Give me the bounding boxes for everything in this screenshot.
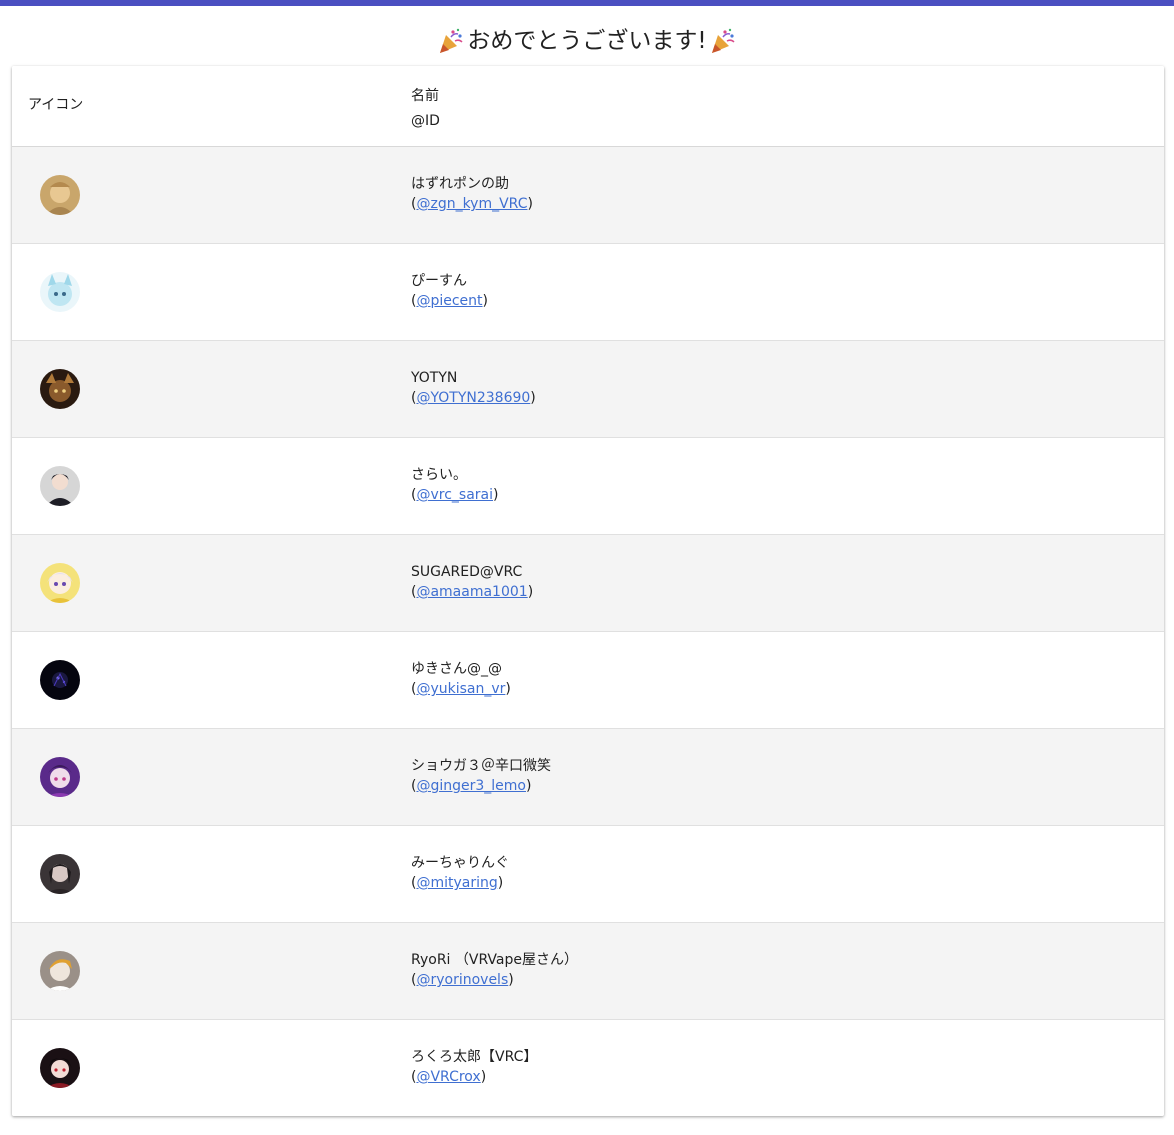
user-id-link[interactable]: @yukisan_vr: [416, 681, 505, 697]
user-id-link[interactable]: @amaama1001: [416, 584, 527, 600]
user-id-link[interactable]: @piecent: [416, 293, 482, 309]
table-row: さらい。 (@vrc_sarai): [12, 438, 1164, 535]
user-cell: みーちゃりんぐ (@mityaring): [411, 853, 509, 893]
user-handle: (@mityaring): [411, 875, 504, 891]
user-handle: (@ginger3_lemo): [411, 778, 532, 794]
user-handle: (@VRCrox): [411, 1069, 487, 1085]
user-handle: (@ryorinovels): [411, 972, 514, 988]
user-cell: SUGARED@VRC (@amaama1001): [411, 562, 533, 602]
user-cell: ろくろ太郎【VRC】 (@VRCrox): [411, 1047, 537, 1087]
table-row: SUGARED@VRC (@amaama1001): [12, 535, 1164, 632]
top-accent-bar: [0, 0, 1174, 6]
user-name: はずれポンの助: [411, 176, 509, 192]
party-popper-icon: [440, 28, 463, 53]
user-name: YOTYN: [411, 370, 458, 386]
user-name: ゆきさん@_@: [411, 661, 502, 677]
page-title: おめでとうございます!: [0, 22, 1174, 60]
user-handle: (@yukisan_vr): [411, 681, 511, 697]
table-row: YOTYN (@YOTYN238690): [12, 341, 1164, 438]
avatar: [40, 951, 80, 991]
user-handle: (@vrc_sarai): [411, 487, 499, 503]
table-row: みーちゃりんぐ (@mityaring): [12, 826, 1164, 923]
user-name: RyoRi （VRVape屋さん）: [411, 952, 578, 968]
user-name: ショウガ３＠辛口微笑: [411, 758, 551, 774]
avatar: [40, 175, 80, 215]
avatar-image: [40, 951, 80, 991]
avatar: [40, 563, 80, 603]
column-header-name-label: 名前: [411, 88, 439, 104]
user-name: さらい。: [411, 467, 467, 483]
user-cell: ゆきさん@_@ (@yukisan_vr): [411, 659, 511, 699]
user-id-link[interactable]: @ginger3_lemo: [416, 778, 526, 794]
user-cell: ショウガ３＠辛口微笑 (@ginger3_lemo): [411, 756, 551, 796]
user-name: ろくろ太郎【VRC】: [411, 1049, 538, 1065]
user-id-link[interactable]: @mityaring: [416, 875, 497, 891]
user-cell: はずれポンの助 (@zgn_kym_VRC): [411, 174, 533, 214]
winners-table: アイコン 名前 @ID はずれポンの助 (@zgn_kym_VRC) ぴーすん …: [12, 66, 1164, 1116]
avatar: [40, 369, 80, 409]
user-handle: (@YOTYN238690): [411, 390, 536, 406]
avatar-image: [40, 175, 80, 215]
avatar: [40, 466, 80, 506]
user-handle: (@amaama1001): [411, 584, 534, 600]
user-cell: ぴーすん (@piecent): [411, 271, 488, 311]
user-id-link[interactable]: @YOTYN238690: [416, 390, 530, 406]
user-name: SUGARED@VRC: [411, 564, 523, 580]
user-id-link[interactable]: @VRCrox: [416, 1069, 480, 1085]
user-handle: (@piecent): [411, 293, 488, 309]
user-id-link[interactable]: @zgn_kym_VRC: [416, 196, 527, 212]
avatar-image: [40, 854, 80, 894]
avatar-image: [40, 466, 80, 506]
avatar-image: [40, 757, 80, 797]
table-row: はずれポンの助 (@zgn_kym_VRC): [12, 147, 1164, 244]
user-cell: RyoRi （VRVape屋さん） (@ryorinovels): [411, 950, 578, 990]
avatar-image: [40, 660, 80, 700]
user-name: みーちゃりんぐ: [411, 855, 509, 871]
table-body: はずれポンの助 (@zgn_kym_VRC) ぴーすん (@piecent) Y…: [12, 147, 1164, 1116]
user-cell: さらい。 (@vrc_sarai): [411, 465, 498, 505]
avatar-image: [40, 369, 80, 409]
avatar: [40, 1048, 80, 1088]
avatar-image: [40, 1048, 80, 1088]
column-header-name: 名前 @ID: [411, 84, 440, 134]
user-id-link[interactable]: @ryorinovels: [416, 972, 508, 988]
avatar: [40, 660, 80, 700]
user-handle: (@zgn_kym_VRC): [411, 196, 533, 212]
avatar: [40, 854, 80, 894]
table-row: ろくろ太郎【VRC】 (@VRCrox): [12, 1020, 1164, 1116]
column-header-id-label: @ID: [411, 113, 440, 129]
user-id-link[interactable]: @vrc_sarai: [416, 487, 493, 503]
avatar-image: [40, 272, 80, 312]
avatar: [40, 757, 80, 797]
table-row: ぴーすん (@piecent): [12, 244, 1164, 341]
column-header-icon: アイコン: [28, 97, 84, 113]
table-row: RyoRi （VRVape屋さん） (@ryorinovels): [12, 923, 1164, 1020]
user-name: ぴーすん: [411, 273, 467, 289]
party-popper-icon: [711, 28, 735, 53]
table-row: ゆきさん@_@ (@yukisan_vr): [12, 632, 1164, 729]
avatar: [40, 272, 80, 312]
avatar-image: [40, 563, 80, 603]
page-title-text: おめでとうございます!: [467, 28, 707, 54]
user-cell: YOTYN (@YOTYN238690): [411, 368, 536, 408]
table-header: アイコン 名前 @ID: [12, 66, 1164, 147]
table-row: ショウガ３＠辛口微笑 (@ginger3_lemo): [12, 729, 1164, 826]
